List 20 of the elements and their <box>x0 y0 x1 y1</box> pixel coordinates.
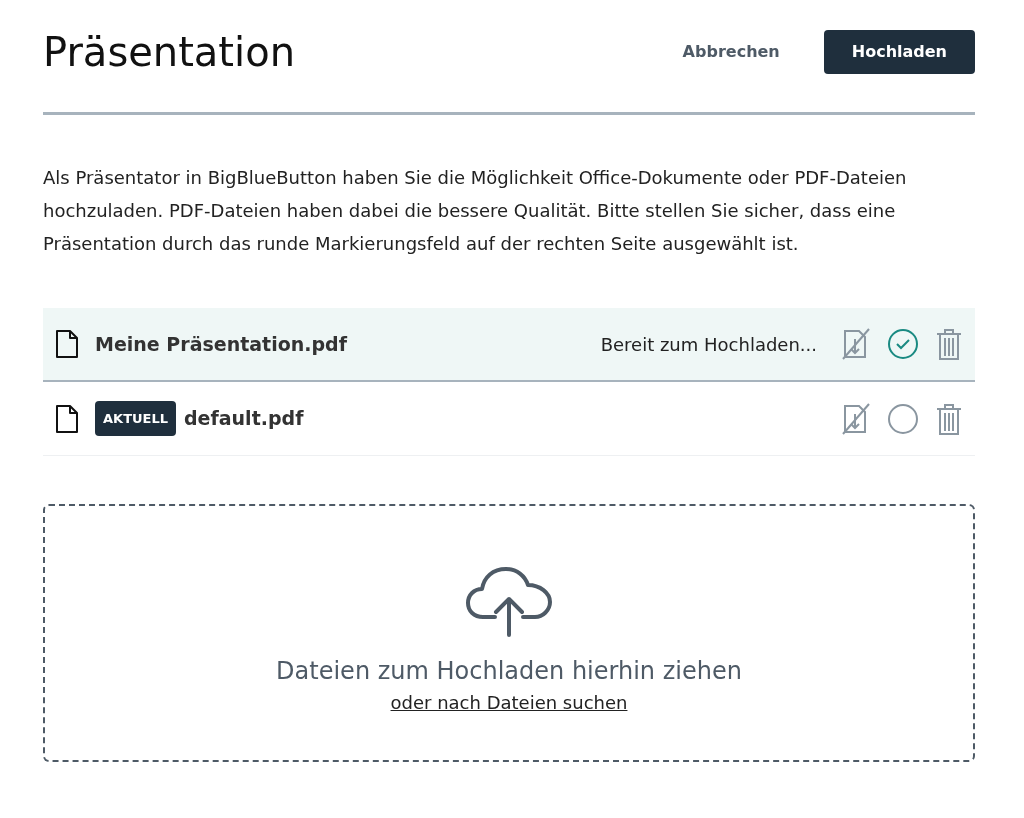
no-download-icon[interactable] <box>841 327 871 361</box>
drop-zone-message: Dateien zum Hochladen hierhin ziehen <box>276 655 742 687</box>
file-name: Meine Präsentation.pdf <box>95 331 347 357</box>
radio-circle-icon[interactable] <box>887 402 919 435</box>
upload-status: Bereit zum Hochladen... <box>600 332 817 357</box>
file-icon <box>55 403 79 434</box>
no-download-icon[interactable] <box>841 401 871 436</box>
current-badge: AKTUELL <box>95 400 176 437</box>
checked-radio-icon[interactable] <box>887 328 919 360</box>
cancel-button[interactable]: Abbrechen <box>662 30 800 74</box>
dialog-title: Präsentation <box>43 28 295 76</box>
trash-icon[interactable] <box>935 327 963 361</box>
drop-zone[interactable]: Dateien zum Hochladen hierhin ziehen oder nach Dateien suchen <box>43 504 975 762</box>
file-icon <box>55 329 79 359</box>
cloud-upload-icon <box>465 564 553 637</box>
trash-icon[interactable] <box>935 401 963 436</box>
intro-paragraph: Als Präsentator in BigBlueButton haben Sie die Möglichkeit Office-Dokumente oder PDF-Dateien hochzuladen. PDF-Dateien haben dabei die bessere Qualität. Bitte stellen Sie sicher, dass eine Präsentation durch das runde Markierungsfeld auf der rechten Seite ausgewählt ist. <box>43 166 908 256</box>
file-name: default.pdf <box>184 406 304 432</box>
browse-files-link[interactable]: oder nach Dateien suchen <box>390 688 628 716</box>
upload-button[interactable]: Hochladen <box>823 30 975 74</box>
